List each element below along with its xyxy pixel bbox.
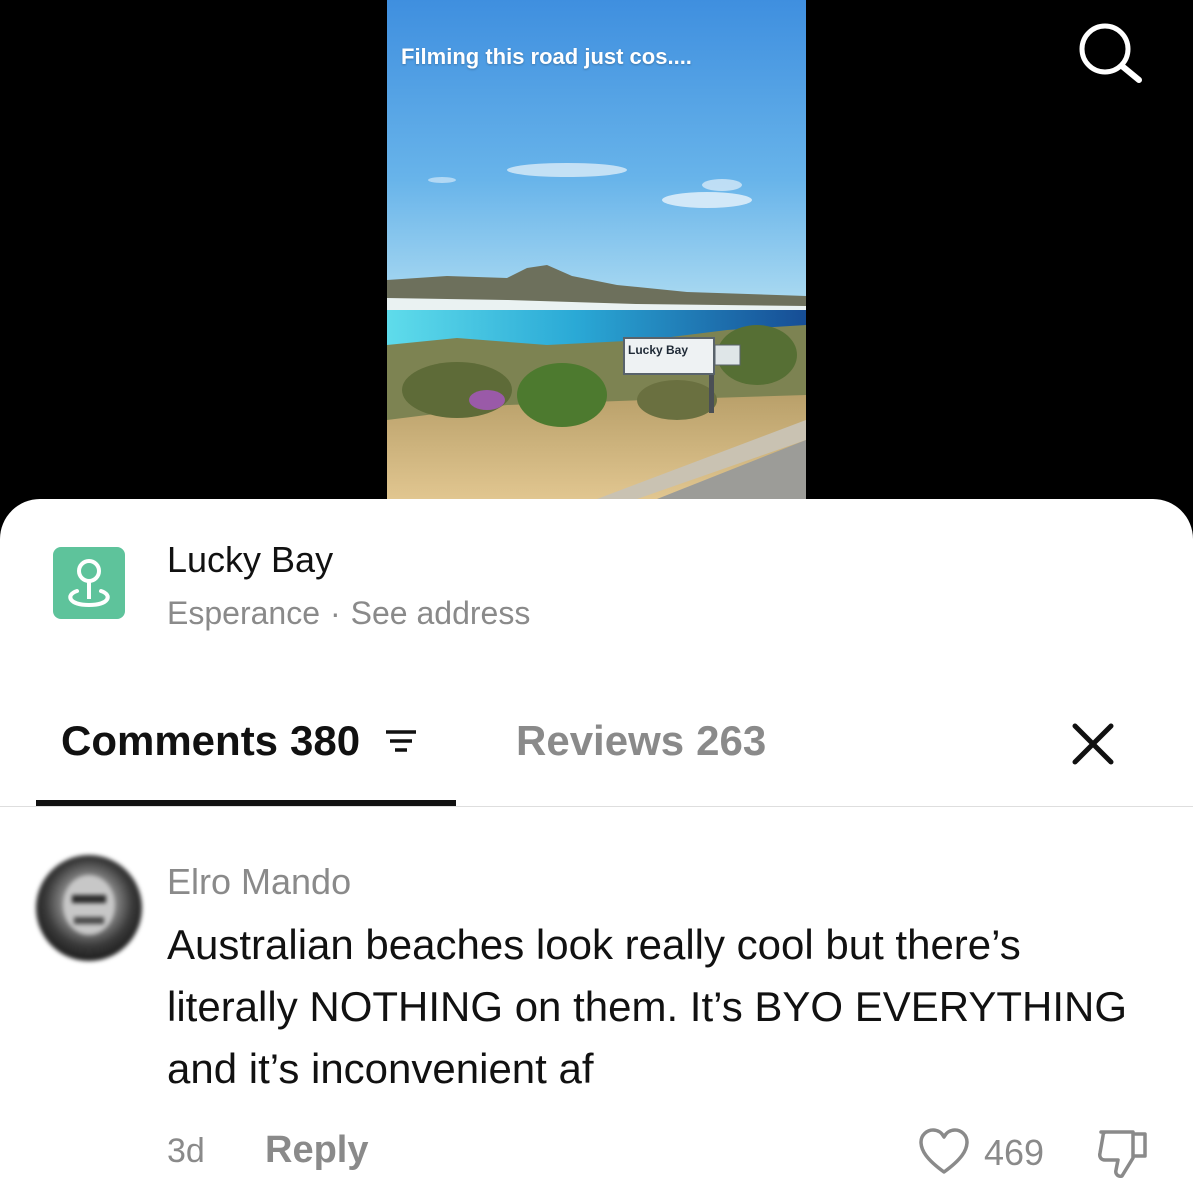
tab-comments[interactable]: Comments 380 <box>61 717 418 765</box>
location-city: Esperance <box>167 595 320 631</box>
comment-text: Australian beaches look really cool but … <box>167 921 1128 1092</box>
beach-video-image <box>387 0 806 499</box>
comment-timestamp: 3d <box>167 1132 205 1170</box>
avatar-image <box>63 875 115 935</box>
sort-icon[interactable] <box>384 727 418 755</box>
search-icon <box>1079 23 1142 83</box>
like-button[interactable]: 469 <box>918 1126 1058 1182</box>
video-frame[interactable]: Filming this road just cos.... Lucky Bay <box>387 0 806 499</box>
tab-divider <box>0 806 1193 807</box>
video-caption: Filming this road just cos.... <box>401 44 692 69</box>
location-subtitle: Esperance · See address <box>167 595 530 632</box>
tab-reviews-count: 263 <box>696 717 767 764</box>
commenter-name[interactable]: Elro Mando <box>167 861 351 903</box>
close-button[interactable] <box>1066 717 1120 771</box>
video-player[interactable]: Filming this road just cos.... Lucky Bay <box>0 0 1193 500</box>
avatar[interactable] <box>36 855 142 961</box>
reply-button[interactable]: Reply <box>265 1129 368 1172</box>
dislike-button[interactable] <box>1095 1126 1151 1182</box>
location-name: Lucky Bay <box>167 539 334 580</box>
thumbs-down-icon <box>1098 1130 1147 1178</box>
tab-comments-label: Comments <box>61 717 279 764</box>
tab-comments-count: 380 <box>290 717 361 764</box>
sign-text: Lucky Bay <box>628 343 689 357</box>
location-separator: · <box>329 595 341 631</box>
tab-reviews-label: Reviews <box>516 717 685 764</box>
comments-sheet: Lucky Bay Esperance · See address Comments… <box>0 499 1193 1200</box>
location-row[interactable]: Lucky Bay Esperance · See address <box>0 499 1193 649</box>
close-icon <box>1072 723 1114 765</box>
map-pin-icon <box>68 559 110 608</box>
like-count: 469 <box>984 1132 1045 1173</box>
heart-icon <box>919 1128 969 1174</box>
location-pin-tile <box>53 547 125 619</box>
tab-reviews[interactable]: Reviews 263 <box>516 717 766 765</box>
see-address-link[interactable]: See address <box>351 595 531 631</box>
search-button[interactable] <box>1075 20 1145 84</box>
